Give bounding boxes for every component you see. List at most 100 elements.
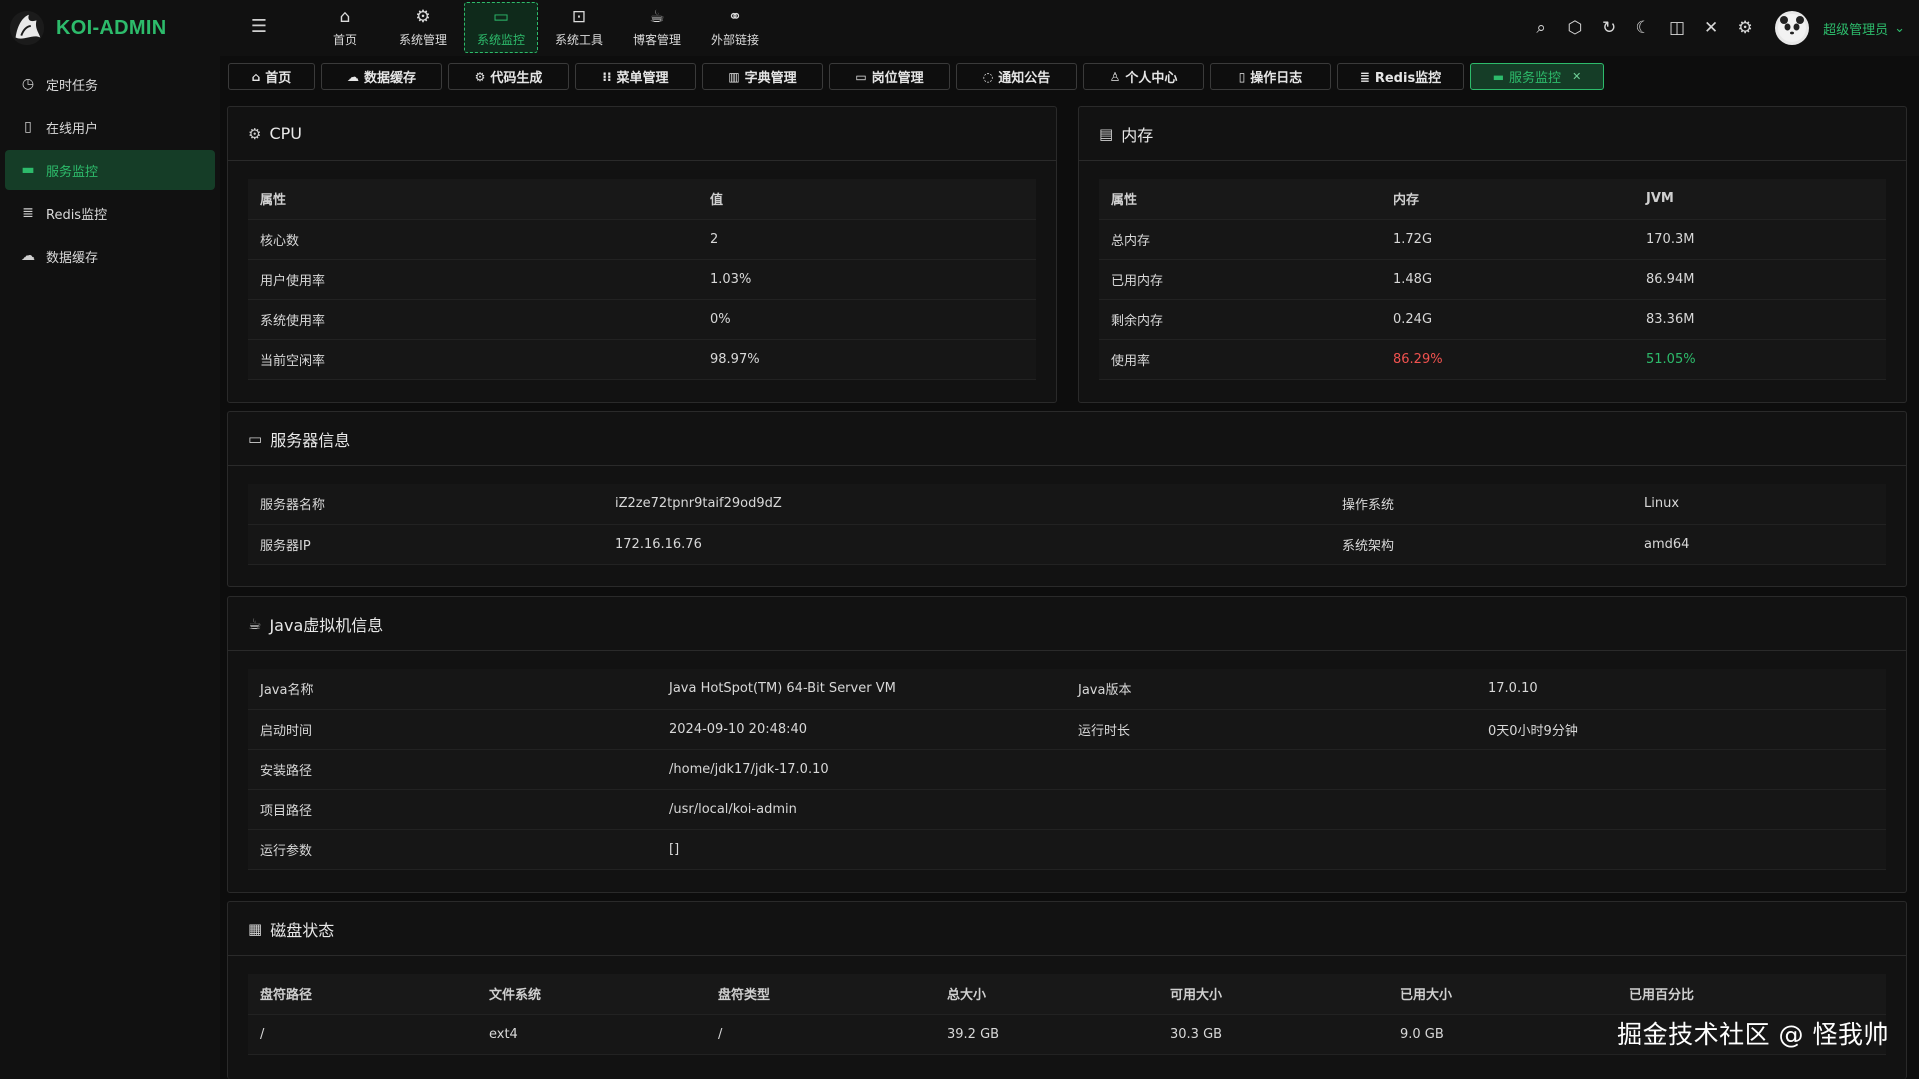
sidebar-item-label: 数据缓存 [46, 250, 99, 266]
topnav-label: 系统工具 [554, 32, 603, 47]
refresh-icon[interactable]: ↻ [1599, 18, 1619, 38]
cell: 启动时间 [248, 709, 657, 750]
tab-label: Redis监控 [1374, 71, 1442, 86]
cell: Linux [1632, 484, 1886, 525]
server-table: 服务器名称 iZ2ze72tpnr9taif29od9dZ 操作系统 Linux… [248, 484, 1886, 565]
theme-cube-icon[interactable]: ⬡ [1565, 18, 1585, 38]
card-header: ▭ 服务器信息 [228, 412, 1906, 466]
sidebar-item-data-cache[interactable]: ☁ 数据缓存 [5, 236, 215, 276]
card-title: Java虚拟机信息 [269, 615, 384, 635]
table-header-row: 盘符路径 文件系统 盘符类型 总大小 可用大小 已用大小 已用百分比 [248, 974, 1886, 1015]
topnav-system-tools[interactable]: ⊡ 系统工具 [542, 2, 616, 53]
cell: 运行时长 [1066, 709, 1476, 750]
cell: 当前空闲率 [248, 339, 698, 380]
card-title: 内存 [1121, 125, 1154, 145]
cell: 用户使用率 [248, 259, 698, 300]
tab-service-monitor[interactable]: ▬ 服务监控 ✕ [1470, 63, 1604, 90]
cell: / [248, 1014, 477, 1055]
tab-label: 通知公告 [998, 71, 1051, 86]
topnav-system-monitor[interactable]: ▭ 系统监控 [464, 2, 538, 53]
table-row: Java名称 Java HotSpot(TM) 64-Bit Server VM… [248, 669, 1886, 710]
tab-operation-log[interactable]: ▯ 操作日志 [1210, 63, 1331, 90]
topnav-external-links[interactable]: ⚭ 外部链接 [698, 2, 772, 53]
column-header: 可用大小 [1158, 974, 1388, 1015]
cell: 操作系统 [1330, 484, 1632, 525]
app-logo[interactable]: KOI-ADMIN [8, 8, 166, 48]
column-header: 属性 [1099, 179, 1381, 220]
tab-menu-management[interactable]: ⁝⁝ 菜单管理 [575, 63, 696, 90]
koi-logo-icon [9, 10, 45, 46]
cell: 已用内存 [1099, 259, 1381, 300]
topnav-label: 系统监控 [476, 32, 525, 47]
cell: Java名称 [248, 669, 657, 710]
cell: 172.16.16.76 [603, 524, 1330, 565]
cell: 86.94M [1634, 259, 1886, 300]
cell: 系统使用率 [248, 299, 698, 340]
settings-gear-icon[interactable]: ⚙ [1735, 18, 1755, 38]
topnav-home[interactable]: ⌂ 首页 [308, 2, 382, 53]
tab-dict-management[interactable]: ▥ 字典管理 [702, 63, 823, 90]
table-row: 用户使用率 1.03% [248, 259, 1036, 300]
cell: 1.03% [698, 259, 1036, 300]
book-icon: ▯ [24, 119, 32, 135]
tab-code-gen[interactable]: ⚙ 代码生成 [448, 63, 569, 90]
menu-collapse-icon[interactable]: ☰ [248, 16, 270, 38]
table-row: 已用内存 1.48G 86.94M [1099, 259, 1886, 300]
table-row: 当前空闲率 98.97% [248, 339, 1036, 380]
tab-profile[interactable]: ♙ 个人中心 [1083, 63, 1204, 90]
card-header: ☕ Java虚拟机信息 [228, 597, 1906, 651]
sidebar-item-redis-monitor[interactable]: ≣ Redis监控 [5, 193, 215, 233]
tab-label: 菜单管理 [616, 71, 669, 86]
tab-data-cache[interactable]: ☁ 数据缓存 [321, 63, 442, 90]
tab-redis-monitor[interactable]: ≣ Redis监控 [1337, 63, 1464, 90]
user-menu[interactable]: 超级管理员 ⌄ [1823, 19, 1905, 38]
jvm-usage-rate: 51.05% [1634, 339, 1886, 380]
layout-switch-icon[interactable]: ◫ [1667, 18, 1687, 38]
tab-label: 个人中心 [1125, 71, 1178, 86]
table-row: 服务器IP 172.16.16.76 系统架构 amd64 [248, 524, 1886, 565]
tab-notice[interactable]: ◌ 通知公告 [956, 63, 1077, 90]
dictionary-icon: ▥ [728, 69, 740, 84]
column-header: 值 [698, 179, 1036, 220]
log-icon: ▯ [1238, 69, 1246, 84]
tab-post-management[interactable]: ▭ 岗位管理 [829, 63, 950, 90]
id-card-icon: ▭ [855, 69, 867, 84]
sidebar-item-label: 在线用户 [46, 121, 99, 137]
sidebar-item-online-users[interactable]: ▯ 在线用户 [5, 107, 215, 147]
card-title: CPU [269, 124, 302, 143]
link-icon: ⚭ [727, 6, 743, 27]
cell: 项目路径 [248, 789, 657, 830]
cup-icon: ☕ [649, 6, 665, 27]
monitor-icon: ▬ [1492, 69, 1505, 84]
memory-card: ▤ 内存 属性 内存 JVM 总内存 1.72G 170.3M 已用内存 1.4… [1078, 106, 1907, 403]
cell: iZ2ze72tpnr9taif29od9dZ [603, 484, 1330, 525]
cpu-chip-icon: ⚙ [248, 124, 262, 143]
sidebar-item-service-monitor[interactable]: ▬ 服务监控 [5, 150, 215, 190]
topnav-blog-management[interactable]: ☕ 博客管理 [620, 2, 694, 53]
sidebar: ◷ 定时任务 ▯ 在线用户 ▬ 服务监控 ≣ Redis监控 ☁ 数据缓存 [0, 56, 220, 1079]
cell: Java版本 [1066, 669, 1476, 710]
jvm-table: Java名称 Java HotSpot(TM) 64-Bit Server VM… [248, 669, 1886, 870]
database-icon: ≣ [1359, 69, 1370, 84]
search-icon[interactable]: ⌕ [1531, 18, 1551, 38]
cell: 1.72G [1381, 219, 1634, 260]
tab-home[interactable]: ⌂ 首页 [228, 63, 315, 90]
cell: ext4 [477, 1014, 706, 1055]
top-header: KOI-ADMIN ☰ ⌂ 首页 ⚙ 系统管理 ▭ 系统监控 ⊡ 系统工具 ☕ … [0, 0, 1919, 56]
chevron-down-icon: ⌄ [1894, 20, 1905, 36]
grid-icon: ⁝⁝ [602, 69, 612, 84]
table-header-row: 属性 内存 JVM [1099, 179, 1886, 220]
cell: 剩余内存 [1099, 299, 1381, 340]
cell: 17.0.10 [1476, 669, 1886, 710]
tab-close-icon[interactable]: ✕ [1572, 70, 1581, 83]
user-avatar[interactable] [1775, 11, 1810, 45]
topnav-label: 首页 [332, 32, 357, 47]
cell: 0天0小时9分钟 [1476, 709, 1886, 750]
topnav-system-management[interactable]: ⚙ 系统管理 [386, 2, 460, 53]
dark-mode-moon-icon[interactable]: ☾ [1633, 18, 1653, 38]
tab-label: 字典管理 [744, 71, 797, 86]
cell: 39.2 GB [935, 1014, 1158, 1055]
fullscreen-icon[interactable]: ✕ [1701, 18, 1721, 38]
sidebar-item-scheduled-tasks[interactable]: ◷ 定时任务 [5, 64, 215, 104]
card-header: ▦ 磁盘状态 [228, 902, 1906, 956]
